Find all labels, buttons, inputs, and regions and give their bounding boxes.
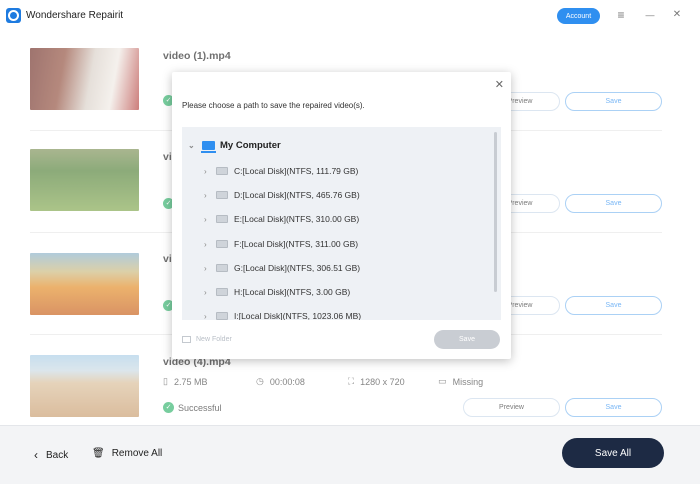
- folder-plus-icon: [182, 336, 191, 343]
- tree-scrollbar[interactable]: [494, 132, 497, 292]
- tree-item-drive[interactable]: › D:[Local Disk](NTFS, 465.76 GB): [204, 188, 360, 202]
- tree-item-drive[interactable]: › E:[Local Disk](NTFS, 310.00 GB): [204, 212, 359, 226]
- disk-icon: [216, 240, 228, 248]
- dialog-footer: New Folder Save: [172, 327, 511, 359]
- tree-item-drive[interactable]: › H:[Local Disk](NTFS, 3.00 GB): [204, 285, 350, 299]
- title-bar: Wondershare Repairit Account ≡ — ✕: [0, 0, 700, 32]
- dialog-save-button[interactable]: Save: [434, 330, 500, 349]
- drive-label: G:[Local Disk](NTFS, 306.51 GB): [234, 263, 361, 273]
- dialog-message: Please choose a path to save the repaire…: [182, 101, 365, 110]
- tree-item-drive[interactable]: › F:[Local Disk](NTFS, 311.00 GB): [204, 237, 358, 251]
- drive-label: C:[Local Disk](NTFS, 111.79 GB): [234, 166, 359, 176]
- disk-icon: [216, 312, 228, 320]
- chevron-right-icon: ›: [204, 263, 207, 273]
- app-title: Wondershare Repairit: [26, 10, 124, 21]
- drive-label: I:[Local Disk](NTFS, 1023.06 MB): [234, 311, 362, 320]
- trash-icon: 🗑: [92, 448, 105, 459]
- bottom-bar: ‹ Back 🗑 Remove All Save All: [0, 425, 700, 484]
- tree-item-drive[interactable]: › C:[Local Disk](NTFS, 111.79 GB): [204, 164, 358, 178]
- tree-item-drive[interactable]: › I:[Local Disk](NTFS, 1023.06 MB): [204, 309, 361, 320]
- close-window-icon[interactable]: ✕: [670, 7, 684, 23]
- chevron-right-icon: ›: [204, 287, 207, 297]
- new-folder-button[interactable]: New Folder: [182, 336, 232, 343]
- menu-icon[interactable]: ≡: [614, 7, 628, 23]
- back-button[interactable]: ‹ Back: [34, 448, 68, 462]
- computer-icon: [201, 141, 216, 153]
- disk-icon: [216, 191, 228, 199]
- chevron-right-icon: ›: [204, 311, 207, 321]
- save-all-button[interactable]: Save All: [562, 438, 664, 468]
- close-icon[interactable]: ✕: [495, 78, 504, 91]
- chevron-right-icon: ›: [204, 166, 207, 176]
- tree-item-drive[interactable]: › G:[Local Disk](NTFS, 306.51 GB): [204, 261, 360, 275]
- drive-label: D:[Local Disk](NTFS, 465.76 GB): [234, 190, 360, 200]
- remove-all-button[interactable]: 🗑 Remove All: [92, 448, 162, 459]
- drive-label: H:[Local Disk](NTFS, 3.00 GB): [234, 287, 351, 297]
- app-logo-icon: [6, 8, 21, 23]
- chevron-right-icon: ›: [204, 190, 207, 200]
- tree-root-my-computer[interactable]: ⌄ My Computer: [188, 140, 281, 153]
- chevron-right-icon: ›: [204, 214, 207, 224]
- tree-root-label: My Computer: [220, 140, 281, 151]
- folder-tree: ⌄ My Computer › C:[Local Disk](NTFS, 111…: [182, 127, 501, 320]
- drive-label: F:[Local Disk](NTFS, 311.00 GB): [234, 239, 359, 249]
- disk-icon: [216, 264, 228, 272]
- account-button[interactable]: Account: [557, 8, 600, 24]
- drive-label: E:[Local Disk](NTFS, 310.00 GB): [234, 214, 360, 224]
- disk-icon: [216, 167, 228, 175]
- minimize-icon[interactable]: —: [643, 7, 657, 23]
- save-path-dialog: ✕ Please choose a path to save the repai…: [172, 72, 511, 359]
- disk-icon: [216, 215, 228, 223]
- back-label: Back: [46, 449, 69, 461]
- chevron-left-icon: ‹: [34, 448, 38, 462]
- remove-all-label: Remove All: [111, 448, 163, 459]
- new-folder-label: New Folder: [196, 336, 232, 343]
- chevron-right-icon: ›: [204, 239, 207, 249]
- disk-icon: [216, 288, 228, 296]
- chevron-down-icon: ⌄: [188, 141, 195, 150]
